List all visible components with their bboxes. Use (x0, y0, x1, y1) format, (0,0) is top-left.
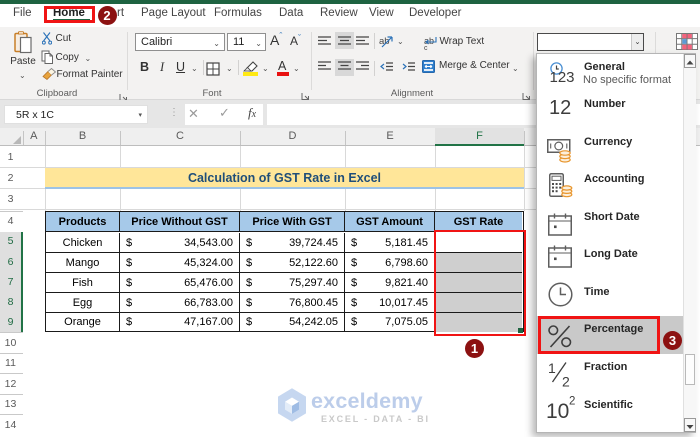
svg-text:1: 1 (548, 360, 556, 376)
svg-text:2: 2 (562, 374, 570, 388)
svg-text:2: 2 (569, 396, 575, 408)
svg-text:10: 10 (546, 400, 569, 423)
svg-text:c: c (424, 45, 428, 50)
